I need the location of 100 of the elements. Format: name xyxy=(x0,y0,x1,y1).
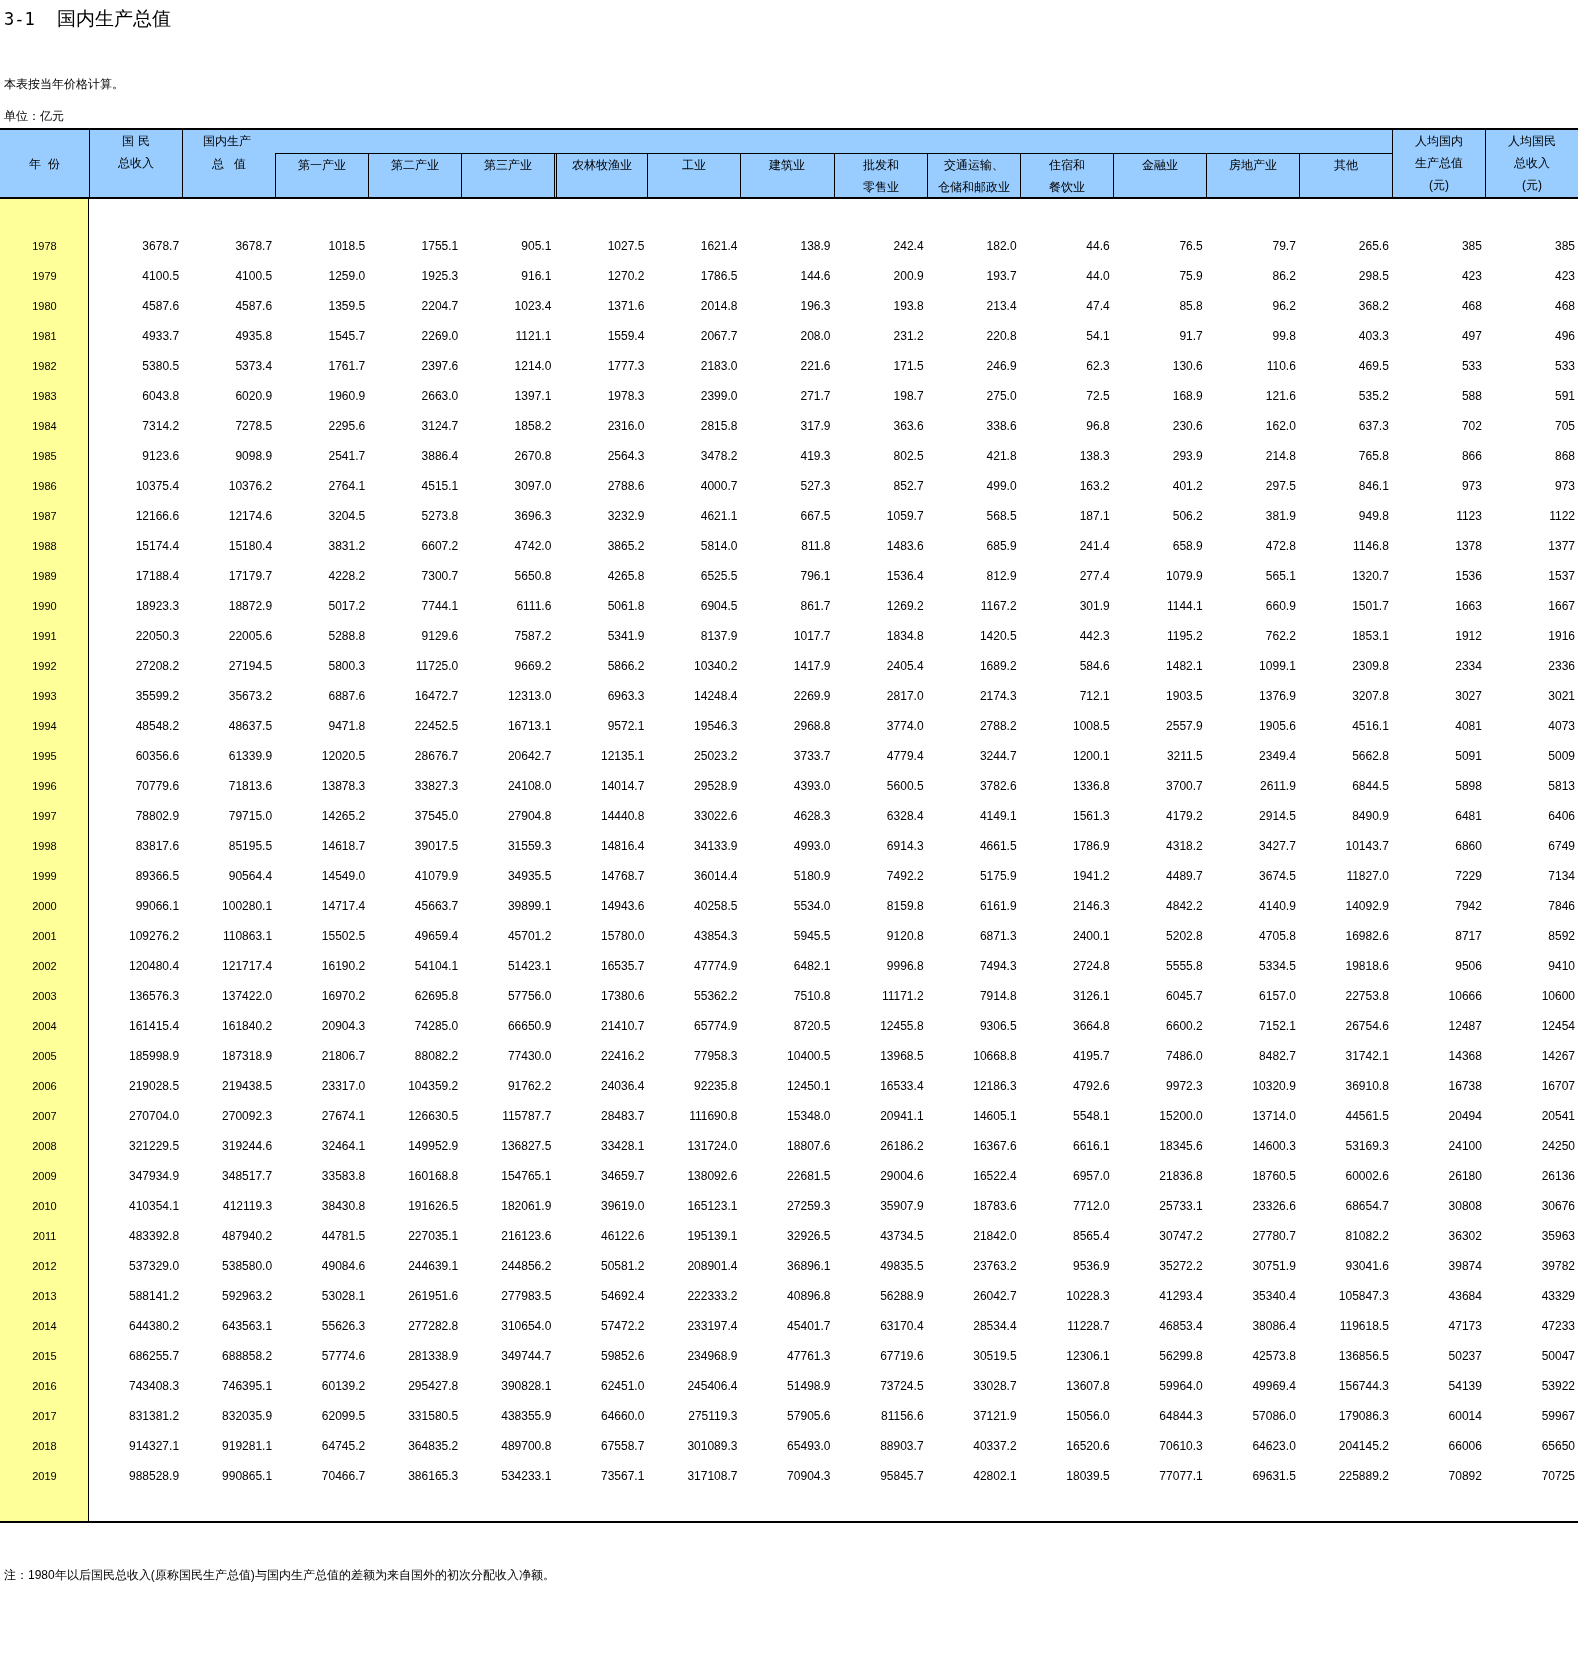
year-cell-text: 1982 xyxy=(31,360,58,372)
table-cell-text: 2541.7 xyxy=(327,449,367,463)
table-cell-text: 21842.0 xyxy=(972,1229,1018,1243)
table-cell-text: 16970.2 xyxy=(320,989,367,1003)
table-cell-text: 246.9 xyxy=(985,359,1018,373)
table-cell-text: 28483.7 xyxy=(600,1109,646,1123)
table-cell-text: 40258.5 xyxy=(693,899,739,913)
table-cell-text: 20494 xyxy=(1447,1109,1483,1123)
table-cell-text: 1376.9 xyxy=(1258,689,1297,703)
table-cell-text: 348517.7 xyxy=(221,1169,274,1183)
year-cell-text: 1992 xyxy=(31,660,58,672)
table-cell-text: 3021 xyxy=(1547,689,1576,703)
table-cell-text: 1912 xyxy=(1454,629,1483,643)
table-cell-text: 1777.3 xyxy=(606,359,646,373)
table-cell-text: 364835.2 xyxy=(407,1439,460,1453)
table-cell-text: 126630.5 xyxy=(407,1109,460,1123)
table-cell-text: 24100 xyxy=(1447,1139,1483,1153)
table-cell-text: 10400.5 xyxy=(786,1049,832,1063)
table-cell-text: 36014.4 xyxy=(693,869,739,883)
table-cell-text: 26042.7 xyxy=(972,1289,1018,1303)
table-cell-text: 9506 xyxy=(1454,959,1483,973)
table-cell-text: 1059.7 xyxy=(885,509,925,523)
table-cell-text: 1536.4 xyxy=(885,569,925,583)
table-cell-text: 1377 xyxy=(1547,539,1576,553)
table-cell-text: 2146.3 xyxy=(1072,899,1111,913)
table-cell-text: 16472.7 xyxy=(413,689,460,703)
table-cell-text: 244639.1 xyxy=(407,1259,460,1273)
table-cell-text: 208901.4 xyxy=(686,1259,739,1273)
table-cell-text: 2788.6 xyxy=(606,479,646,493)
table-cell-text: 2611.9 xyxy=(1259,779,1297,793)
table-cell-text: 9536.9 xyxy=(1072,1259,1111,1273)
table-cell-text: 8159.8 xyxy=(885,899,925,913)
table-cell-text: 3831.2 xyxy=(327,539,367,553)
table-cell-text: 161415.4 xyxy=(128,1019,181,1033)
table-cell-text: 2309.8 xyxy=(1351,659,1390,673)
table-cell-text: 15348.0 xyxy=(786,1109,832,1123)
table-cell-text: 7314.2 xyxy=(141,419,181,433)
table-cell-text: 3232.9 xyxy=(606,509,646,523)
table-cell-text: 14265.2 xyxy=(320,809,367,823)
table-cell-text: 1214.0 xyxy=(513,359,553,373)
table-cell-text: 1786.9 xyxy=(1072,839,1111,853)
table-cell-text: 1545.7 xyxy=(327,329,367,343)
year-cell-text: 1986 xyxy=(31,480,58,492)
table-cell-text: 588 xyxy=(1460,389,1483,403)
table-cell-text: 70904.3 xyxy=(786,1469,832,1483)
table-cell-text: 16520.6 xyxy=(1065,1439,1111,1453)
table-cell-text: 5380.5 xyxy=(141,359,181,373)
table-cell-text: 33827.3 xyxy=(413,779,460,793)
table-cell-text: 8490.9 xyxy=(1351,809,1390,823)
table-cell-text: 242.4 xyxy=(892,239,925,253)
table-cell-text: 12487 xyxy=(1447,1019,1483,1033)
table-cell-text: 1978.3 xyxy=(606,389,646,403)
table-cell-text: 990865.1 xyxy=(221,1469,274,1483)
table-cell-text: 54.1 xyxy=(1085,329,1111,343)
year-cell-text: 2018 xyxy=(31,1440,58,1452)
table-cell-text: 5600.5 xyxy=(885,779,925,793)
table-cell-text: 29528.9 xyxy=(693,779,739,793)
table-cell-text: 18872.9 xyxy=(227,599,274,613)
table-cell-text: 2174.3 xyxy=(978,689,1018,703)
table-cell-text: 5800.3 xyxy=(327,659,367,673)
table-cell-text: 496 xyxy=(1553,329,1576,343)
year-cell-text: 2010 xyxy=(31,1200,58,1212)
table-cell-text: 62451.0 xyxy=(600,1379,646,1393)
table-cell-text: 6904.5 xyxy=(699,599,739,613)
table-cell-text: 41079.9 xyxy=(413,869,460,883)
table-cell-text: 4628.3 xyxy=(792,809,832,823)
table-cell-text: 59852.6 xyxy=(600,1349,646,1363)
table-cell-text: 73567.1 xyxy=(600,1469,646,1483)
column-header: 总 值 xyxy=(182,153,276,197)
table-cell-text: 6406 xyxy=(1547,809,1576,823)
table-cell-text: 5175.9 xyxy=(978,869,1018,883)
table-cell-text: 4792.6 xyxy=(1072,1079,1111,1093)
table-cell-text: 3027 xyxy=(1454,689,1483,703)
table-cell-text: 301.9 xyxy=(1078,599,1111,613)
table-cell-text: 1561.3 xyxy=(1072,809,1111,823)
table-cell-text: 13968.5 xyxy=(879,1049,925,1063)
table-cell-text: 191626.5 xyxy=(407,1199,460,1213)
table-cell-text: 1853.1 xyxy=(1351,629,1390,643)
table-cell-text: 149952.9 xyxy=(407,1139,460,1153)
table-cell-text: 1336.8 xyxy=(1072,779,1111,793)
table-cell-text: 18923.3 xyxy=(134,599,181,613)
year-cell-text: 1997 xyxy=(31,810,58,822)
column-header: 交通运输、 仓储和邮政业 xyxy=(926,153,1020,197)
table-cell-text: 219438.5 xyxy=(221,1079,274,1093)
table-cell-text: 64623.0 xyxy=(1251,1439,1297,1453)
table-cell-text: 36910.8 xyxy=(1344,1079,1390,1093)
table-cell-text: 4842.2 xyxy=(1165,899,1204,913)
table-cell-text: 81156.6 xyxy=(880,1409,925,1423)
table-cell-text: 168.9 xyxy=(1171,389,1204,403)
table-cell-text: 27259.3 xyxy=(786,1199,832,1213)
table-cell-text: 6157.0 xyxy=(1258,989,1297,1003)
year-cell-text: 1989 xyxy=(31,570,58,582)
column-header: 国 民 总收入 xyxy=(89,130,183,197)
table-cell-text: 70466.7 xyxy=(320,1469,367,1483)
table-cell-text: 56299.8 xyxy=(1158,1349,1204,1363)
table-cell-text: 390828.1 xyxy=(500,1379,553,1393)
table-cell-text: 12454 xyxy=(1540,1019,1576,1033)
table-cell-text: 92235.8 xyxy=(693,1079,739,1093)
table-cell-text: 5091 xyxy=(1454,749,1483,763)
year-cell-text: 2013 xyxy=(31,1290,58,1302)
